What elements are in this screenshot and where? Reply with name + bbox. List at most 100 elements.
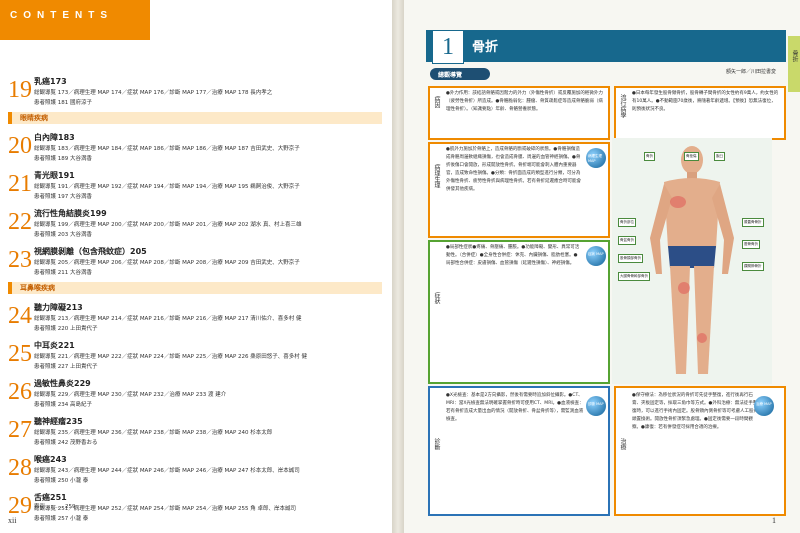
entry-title-text: 舌癌: [34, 493, 50, 502]
index-line: 索引 ……… 259: [34, 504, 76, 510]
entry-page: 243: [50, 455, 67, 464]
contents-entry[interactable]: 24 聽力障礙213 総観導覧 213／病理生理 MAP 214／症狀 MAP 21…: [8, 300, 378, 338]
figure-label-fracture: 骨折: [644, 152, 655, 161]
entry-number: 26: [8, 379, 32, 405]
entry-line2: 患者照護 189 大谷満香: [34, 156, 92, 162]
chapter-title: 骨折: [472, 40, 499, 55]
entry-line2: 患者照護 220 上田貴代子: [34, 326, 98, 332]
entry-title: 聽神經瘤235: [34, 416, 83, 427]
entry-page: 235: [66, 417, 83, 426]
entry-line2: 患者照護 257 小瀧 泰: [34, 516, 89, 522]
figure-label-patella: 膝蓋骨骨折: [742, 218, 764, 227]
diagnosis-label: 診斷: [433, 438, 440, 450]
diagnosis-map-orb[interactable]: 診斷 MAP: [586, 396, 606, 416]
entry-title: 視網膜剝離（包含飛蚊症）205: [34, 246, 147, 257]
entry-line2: 患者照護 181 國府涼子: [34, 100, 92, 106]
epidemiology-text: ●日本每年發生股骨頸骨折，股骨轉子間骨折的女性約有9萬人，約女性的有10萬人。●…: [632, 91, 779, 112]
entry-title: 過敏性鼻炎229: [34, 378, 91, 389]
entry-number: 24: [8, 303, 32, 329]
entry-page: 221: [58, 341, 75, 350]
treatment-text: ●保守療法：為移位狀況的骨折可先徒手整復，進行後再行石膏、夾板固定等，採取三角巾…: [632, 393, 758, 430]
pathophysiology-box: 病理生理 ●肌外力施加於骨骼上，造成骨骼的斷或破碎的狀態。●骨骼損傷造成骨骼周邊…: [428, 142, 610, 238]
right-page: 骨折 1 骨折 額矢一郎／川田拉書変 總觀導覽 病因 ●外力作用：該結語骨骼或因…: [404, 0, 800, 533]
cause-label: 病因: [433, 96, 440, 108]
contents-entry[interactable]: 21 青光眼191 総観導覧 191／病理生理 MAP 192／症狀 MAP 194…: [8, 168, 378, 206]
entry-page: 205: [130, 247, 147, 256]
entry-number: 20: [8, 133, 32, 159]
contents-entry[interactable]: 22 流行性角結膜炎199 総観導覧 199／病理生理 MAP 200／症狀 MAP…: [8, 206, 378, 244]
epidemiology-label: 流行病學: [619, 94, 626, 118]
entry-number: 23: [8, 247, 32, 273]
entry-number: 19: [8, 77, 32, 103]
entry-line1: 総観導覧 205／病理生理 MAP 206／症狀 MAP 208／診斷 MAP …: [34, 260, 300, 266]
entry-title: 喉癌243: [34, 454, 67, 465]
figure-label-dislocation: 脫臼: [714, 152, 725, 161]
contents-title: CONTENTS: [10, 10, 113, 21]
contents-entry[interactable]: 19 乳癌173 総観導覧 173／病理生理 MAP 174／症狀 MAP 176／…: [8, 74, 378, 112]
contents-entry[interactable]: 20 白內障183 総観導覧 183／病理生理 MAP 184／症狀 MAP 186…: [8, 130, 378, 168]
entry-line2: 患者照護 242 茂野香おる: [34, 440, 98, 446]
entry-line1: 総観導覧 183／病理生理 MAP 184／症狀 MAP 186／診斷 MAP …: [34, 146, 300, 152]
figure-label-bone-bruise: 骨挫傷: [684, 152, 699, 161]
entry-title: 中耳炎221: [34, 340, 75, 351]
cause-text: ●外力作用：該結語骨骼或因階力的外力（外傷性骨折）或反覆施加的輕微外力（疲勞性骨…: [446, 91, 603, 112]
side-tab-label: 骨折: [791, 50, 798, 62]
entry-line2: 患者照護 211 大谷満香: [34, 270, 92, 276]
entry-page: 229: [74, 379, 91, 388]
entry-line1: 総観導覧 199／病理生理 MAP 200／症狀 MAP 200／診斷 MAP …: [34, 222, 302, 228]
entry-line2: 患者照護 234 高島紀子: [34, 402, 92, 408]
entry-title-text: 聽神經瘤: [34, 417, 66, 426]
entry-line1: 総観導覧 173／病理生理 MAP 174／症狀 MAP 176／診斷 MAP …: [34, 90, 273, 96]
contents-entry[interactable]: 25 中耳炎221 総観導覧 221／病理生理 MAP 222／症狀 MAP 224…: [8, 338, 378, 376]
contents-entry[interactable]: 28 喉癌243 総観導覧 243／病理生理 MAP 244／症狀 MAP 246／…: [8, 452, 378, 490]
treatment-map-label: 治療 MAP: [756, 402, 772, 406]
entry-title-text: 乳癌: [34, 77, 50, 86]
left-page: CONTENTS 19 乳癌173 総観導覧 173／病理生理 MAP 174／症狀…: [0, 0, 392, 533]
entry-title: 流行性角結膜炎199: [34, 208, 107, 219]
entry-page: 173: [50, 77, 67, 86]
patho-map-label: 病理生理 MAP: [588, 154, 602, 163]
entry-line1: 総観導覧 235／病理生理 MAP 236／症狀 MAP 238／診斷 MAP …: [34, 430, 273, 436]
contents-entry[interactable]: 23 視網膜剝離（包含飛蚊症）205 総観導覧 205／病理生理 MAP 206／症…: [8, 244, 378, 282]
entry-title-text: 視網膜剝離（包含飛蚊症）: [34, 247, 130, 256]
entry-number: 28: [8, 455, 32, 481]
book-gutter: [392, 0, 404, 533]
entry-number: 27: [8, 417, 32, 443]
symptoms-text: ●局部性症狀●疼痛、骨壓痛、腫脹。●功能障礙、變形、異常可活動性。（合併症）●全…: [446, 245, 580, 266]
entry-page: 199: [90, 209, 107, 218]
entry-number: 25: [8, 341, 32, 367]
contents-entry[interactable]: 26 過敏性鼻炎229 総観導覧 229／病理生理 MAP 230／症狀 MAP 2…: [8, 376, 378, 414]
entry-page: 183: [58, 133, 75, 142]
entry-title: 聽力障礙213: [34, 302, 83, 313]
entry-title-text: 青光眼: [34, 171, 58, 180]
entry-page: 191: [58, 171, 75, 180]
treatment-map-orb[interactable]: 治療 MAP: [754, 396, 774, 416]
diagnosis-box: 診斷 ●X光檢查：基本是2方向攝影，然後有需要時追加斜位攝影。●CT、MRI：當…: [428, 386, 610, 516]
entry-title-text: 流行性角結膜炎: [34, 209, 90, 218]
contents-header: CONTENTS: [0, 0, 150, 40]
diagnosis-text: ●X光檢查：基本是2方向攝影，然後有需要時追加斜位攝影。●CT、MRI：當X光檢…: [446, 393, 584, 422]
entry-title-text: 聽力障礙: [34, 303, 66, 312]
symptom-map-label: 症狀 MAP: [588, 252, 604, 256]
chapter-number: 1: [432, 30, 464, 64]
entry-title-text: 中耳炎: [34, 341, 58, 350]
entry-page: 213: [66, 303, 83, 312]
figure-label-femur-shaft: 大腿骨骨幹部骨折: [618, 272, 650, 281]
figure-label-tibia: 脛骨骨折: [742, 240, 760, 249]
entry-number: 21: [8, 171, 32, 197]
section-header: 耳鼻喉疾病: [8, 282, 382, 294]
pathophysiology-text: ●肌外力施加於骨骼上，造成骨骼的斷或破碎的狀態。●骨骼損傷造成骨骼周邊軟組織損傷…: [446, 147, 581, 192]
figure-label-site: 骨折部位: [618, 218, 636, 227]
left-folio: xii: [8, 516, 17, 525]
patho-map-orb[interactable]: 病理生理 MAP: [586, 148, 606, 168]
symptom-map-orb[interactable]: 症狀 MAP: [586, 246, 606, 266]
entry-line2: 患者照護 250 小瀧 泰: [34, 478, 89, 484]
contents-entry[interactable]: 27 聽神經瘤235 総観導覧 235／病理生理 MAP 236／症狀 MAP 23…: [8, 414, 378, 452]
entry-title: 乳癌173: [34, 76, 67, 87]
entry-line1: 総観導覧 229／病理生理 MAP 230／症狀 MAP 232／治療 MAP …: [34, 392, 227, 398]
figure-label-femoral-neck: 股骨頸部骨折: [618, 254, 643, 263]
pathophysiology-label: 病理生理: [433, 164, 440, 188]
entry-title-text: 喉癌: [34, 455, 50, 464]
overview-pill: 總觀導覽: [430, 68, 490, 80]
entry-title: 白內障183: [34, 132, 75, 143]
